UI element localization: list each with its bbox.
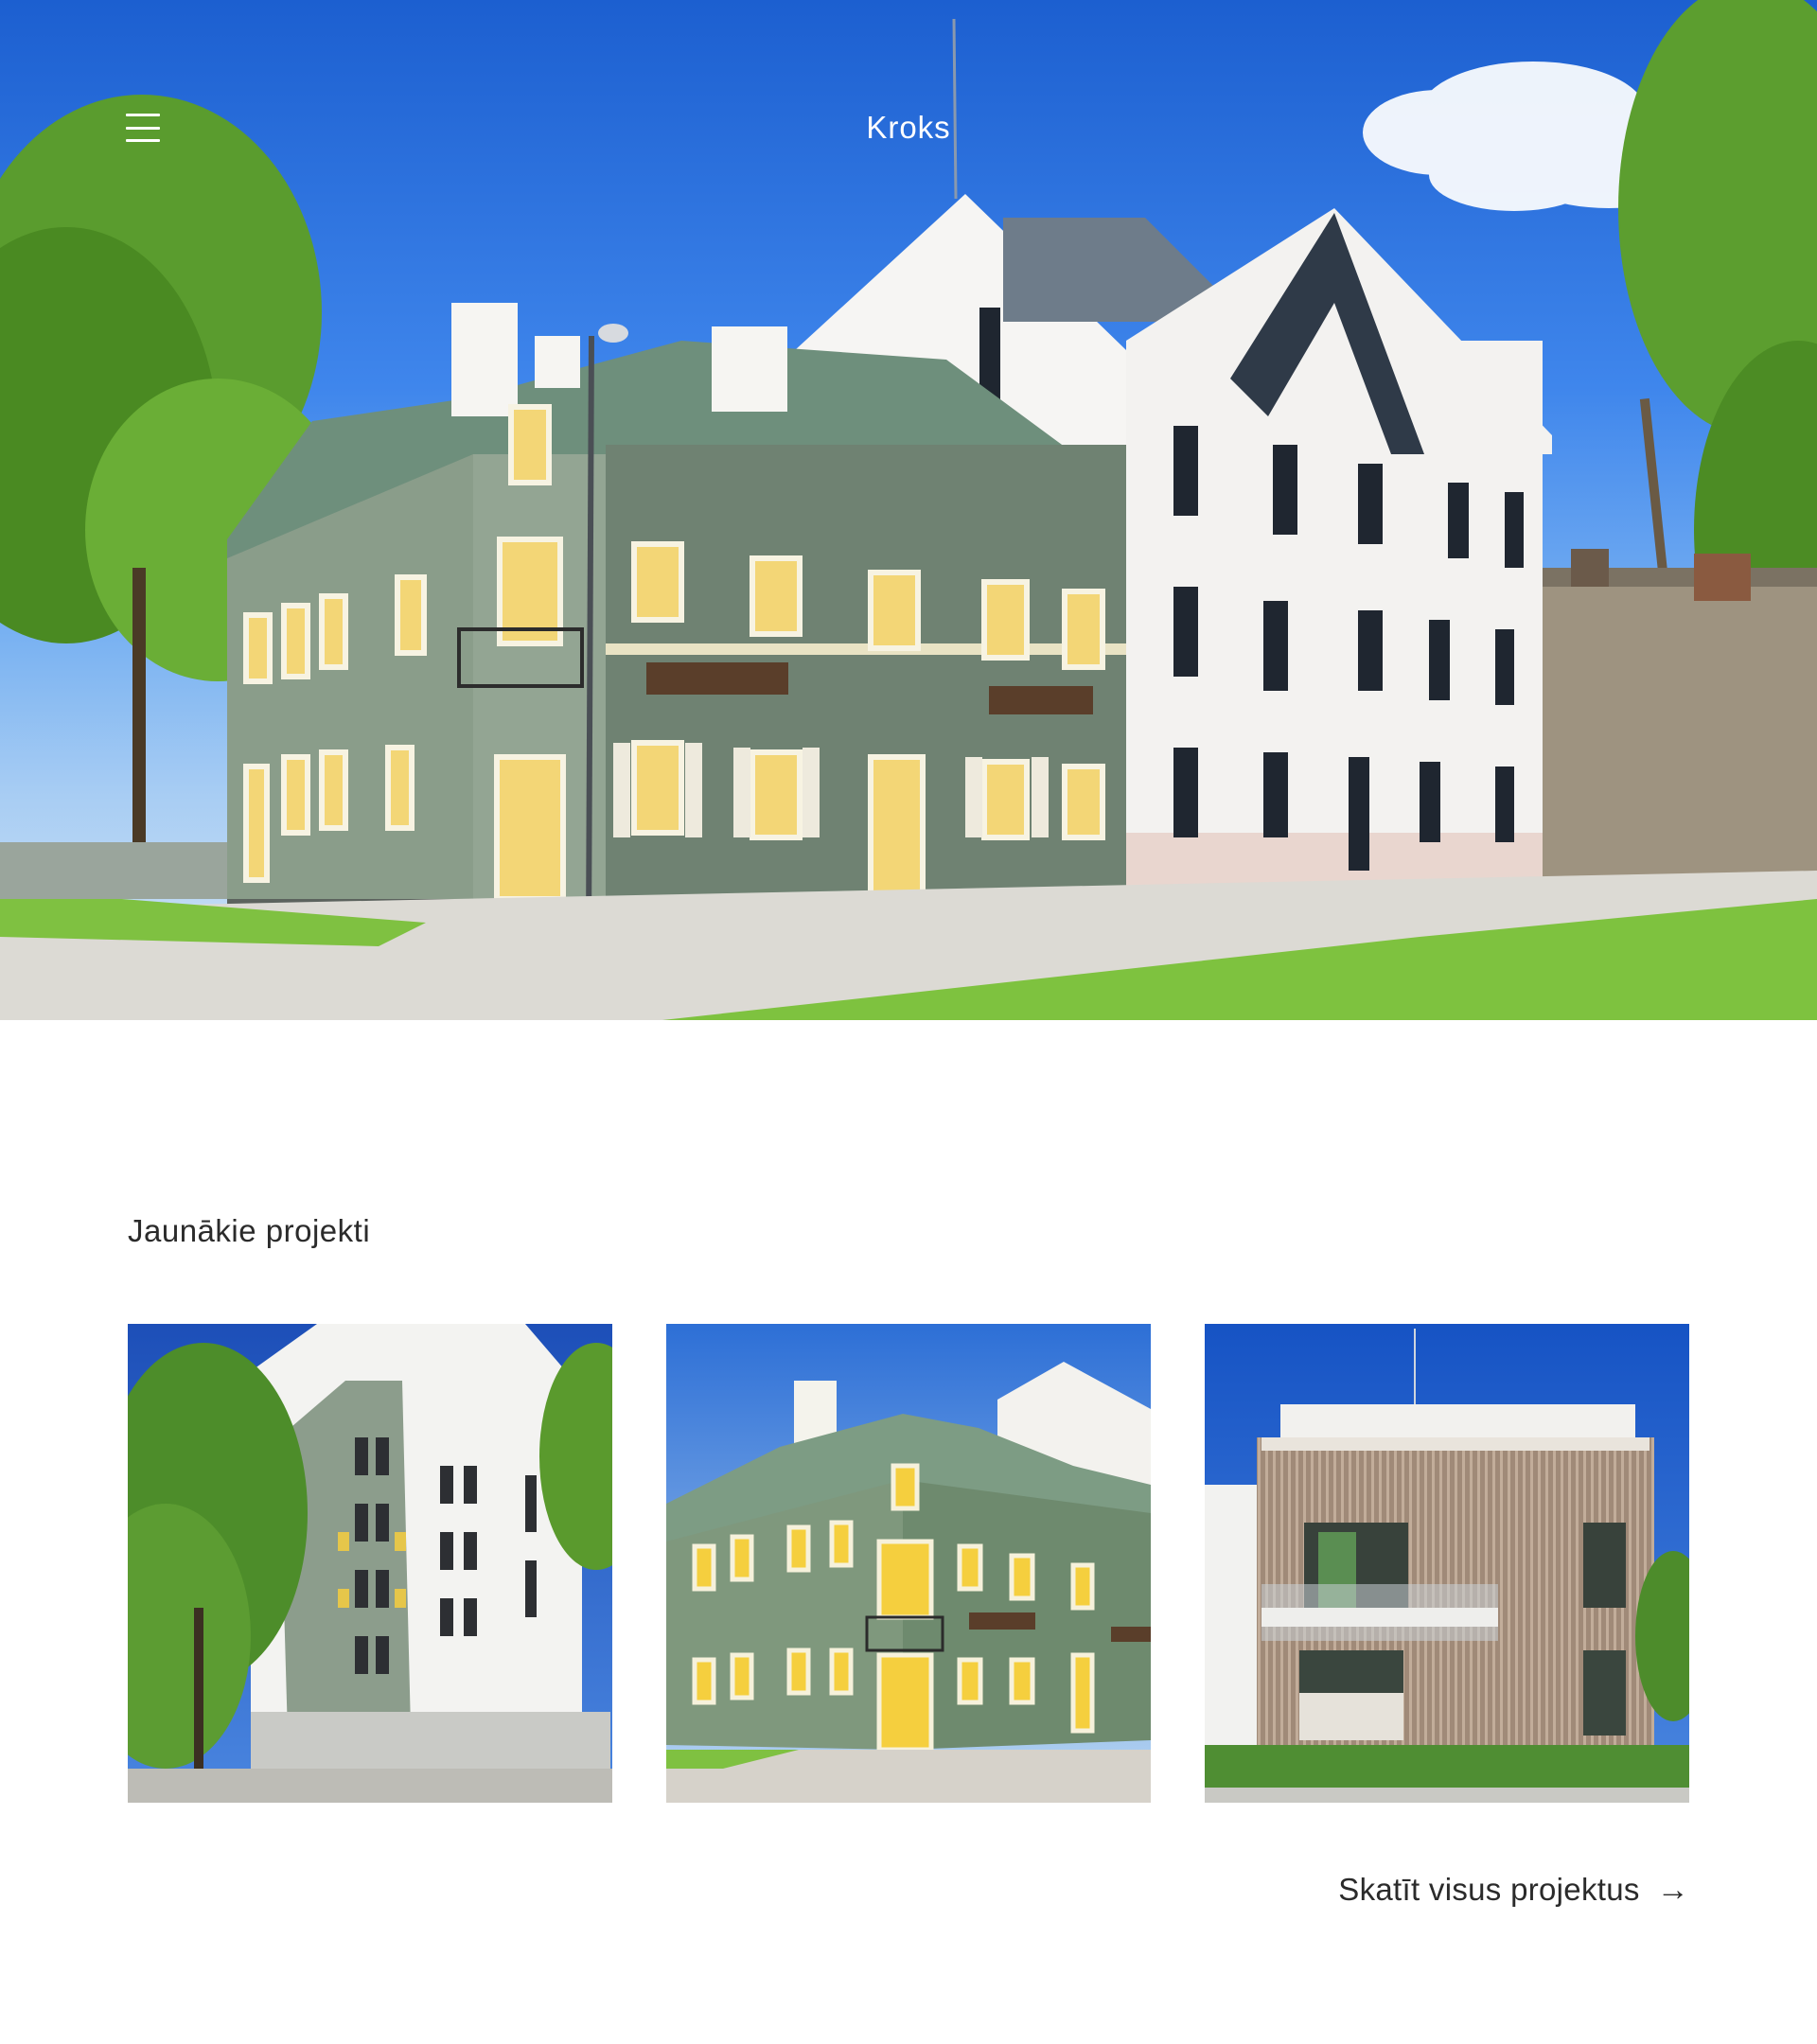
hero-image	[0, 0, 1817, 1020]
project-card[interactable]	[666, 1324, 1151, 1803]
project-image	[1205, 1324, 1689, 1803]
section-title: Jaunākie projekti	[128, 1213, 371, 1248]
arrow-right-icon: →	[1656, 1872, 1689, 1908]
view-all-projects-link[interactable]: Skatīt visus projektus →	[1338, 1872, 1689, 1908]
project-image	[666, 1324, 1151, 1803]
site-logo[interactable]: Kroks	[0, 110, 1817, 146]
project-card[interactable]	[128, 1324, 612, 1803]
project-image	[128, 1324, 612, 1803]
project-grid	[128, 1324, 1689, 1803]
view-all-label: Skatīt visus projektus	[1338, 1872, 1640, 1907]
building-far-right	[1543, 549, 1817, 890]
building-green	[227, 303, 1126, 923]
hero-banner: Kroks	[0, 0, 1817, 1020]
project-card[interactable]	[1205, 1324, 1689, 1803]
